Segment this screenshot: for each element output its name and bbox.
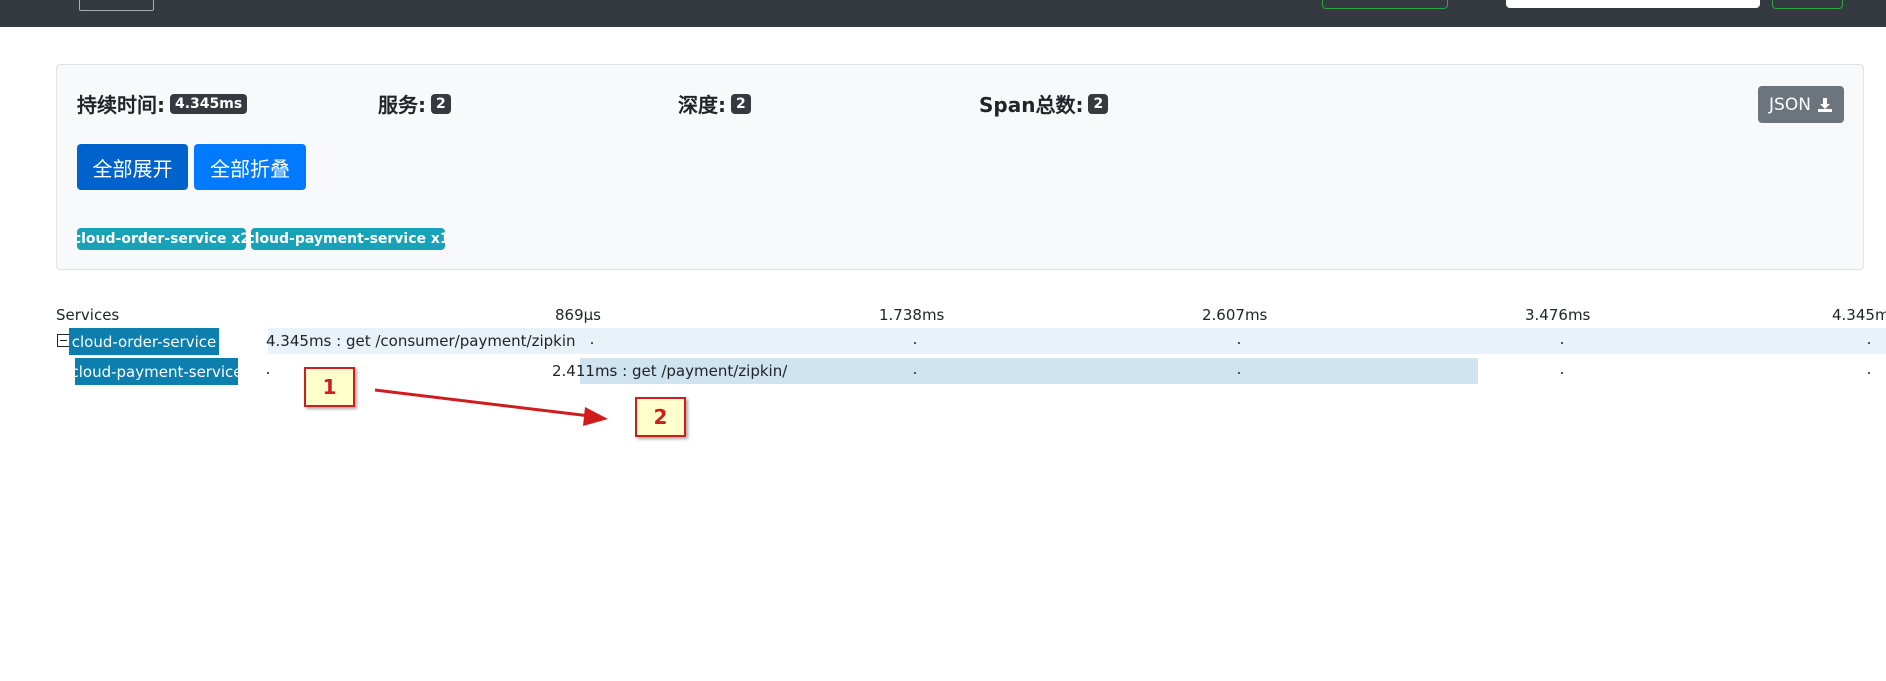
navbar-search-input[interactable] bbox=[1506, 0, 1760, 8]
services-column-header: Services bbox=[56, 306, 120, 324]
tick-marker bbox=[1561, 342, 1563, 344]
tick-marker bbox=[1561, 372, 1563, 374]
json-button-label: JSON bbox=[1769, 94, 1811, 115]
span-total-label: Span总数: bbox=[979, 93, 1084, 117]
tick-label: 2.607ms bbox=[1202, 306, 1268, 324]
annotation-note-2: 2 bbox=[635, 397, 686, 437]
span-label-payment[interactable]: 2.411ms : get /payment/zipkin/ bbox=[552, 362, 787, 380]
span-total-badge: 2 bbox=[1088, 93, 1109, 114]
expand-all-button[interactable]: 全部展开 bbox=[77, 144, 188, 190]
tick-marker bbox=[1868, 372, 1870, 374]
depth-stat: 深度: 2 bbox=[678, 89, 751, 118]
annotation-note-1: 1 bbox=[304, 367, 355, 407]
duration-stat: 持续时间: 4.345ms bbox=[77, 89, 248, 118]
tick-marker bbox=[914, 342, 916, 344]
services-badge: 2 bbox=[431, 93, 451, 114]
download-icon bbox=[1817, 97, 1832, 112]
services-label: 服务: bbox=[378, 93, 426, 117]
service-name-payment[interactable]: cloud-payment-service bbox=[71, 358, 243, 385]
span-total-stat: Span总数: 2 bbox=[979, 89, 1109, 118]
service-badge-payment: cloud-payment-service x1 bbox=[246, 228, 450, 250]
tick-marker bbox=[591, 342, 593, 344]
duration-label: 持续时间: bbox=[77, 93, 165, 117]
tick-label: 3.476ms bbox=[1525, 306, 1591, 324]
duration-badge: 4.345ms bbox=[170, 93, 248, 114]
tick-marker bbox=[267, 372, 269, 374]
tick-marker bbox=[1238, 372, 1240, 374]
tick-marker bbox=[1238, 342, 1240, 344]
collapse-all-button[interactable]: 全部折叠 bbox=[194, 144, 306, 190]
depth-label: 深度: bbox=[678, 93, 726, 117]
tick-marker bbox=[914, 372, 916, 374]
span-label-order[interactable]: 4.345ms : get /consumer/payment/zipkin bbox=[266, 332, 576, 350]
top-navbar bbox=[0, 0, 1886, 27]
depth-badge: 2 bbox=[731, 93, 751, 114]
json-download-button[interactable]: JSON bbox=[1758, 86, 1844, 123]
tick-label: 869µs bbox=[555, 306, 601, 324]
navbar-brand-box[interactable] bbox=[79, 0, 154, 11]
service-badge-order: cloud-order-service x2 bbox=[73, 228, 250, 250]
services-stat: 服务: 2 bbox=[378, 89, 451, 118]
tick-label: 4.345ms bbox=[1832, 306, 1886, 324]
tick-marker bbox=[1868, 342, 1870, 344]
navbar-green-button[interactable] bbox=[1322, 0, 1448, 9]
service-name-order[interactable]: cloud-order-service bbox=[69, 328, 219, 355]
tick-label: 1.738ms bbox=[879, 306, 945, 324]
navbar-search-button[interactable] bbox=[1772, 0, 1843, 9]
